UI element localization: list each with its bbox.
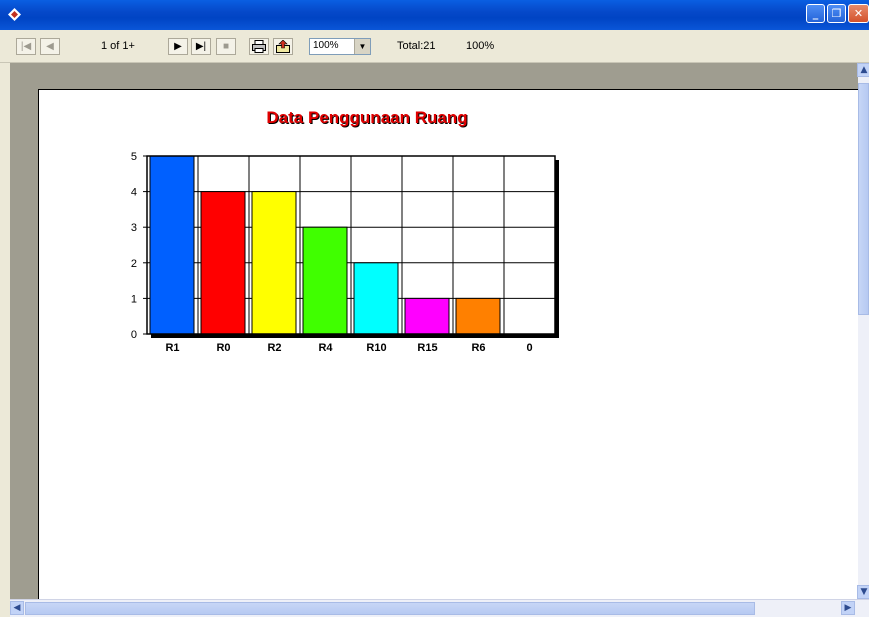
- bar-r6: [455, 297, 501, 335]
- y-tick-label: 1: [131, 293, 137, 305]
- zoom-select[interactable]: 100% ▼: [309, 38, 371, 55]
- horizontal-scroll-thumb[interactable]: [25, 602, 755, 615]
- stop-button[interactable]: ■: [216, 38, 236, 55]
- bar-chart: 0 1 2 3 4 5 R1 R0 R2 R4 R10 R15 R6 0: [131, 151, 559, 354]
- print-button[interactable]: [249, 38, 269, 55]
- scroll-left-button[interactable]: ◀: [10, 601, 24, 615]
- x-tick-label: R15: [417, 342, 437, 354]
- chevron-down-icon[interactable]: ▼: [354, 39, 370, 54]
- next-page-button[interactable]: ▶: [168, 38, 188, 55]
- export-button[interactable]: [273, 38, 293, 55]
- y-tick-label: 3: [131, 222, 137, 234]
- first-page-button[interactable]: |◀: [16, 38, 36, 55]
- y-tick-label: 0: [131, 329, 137, 341]
- scroll-down-button[interactable]: ▼: [857, 585, 869, 599]
- export-icon: [276, 39, 290, 53]
- toolbar: |◀ ◀ 1 of 1+ ▶ ▶| ■ 100% ▼ Total:21 100%: [0, 30, 869, 63]
- bar-r4: [302, 226, 348, 335]
- y-tick-label: 2: [131, 258, 137, 270]
- vertical-scroll-thumb[interactable]: [858, 83, 869, 315]
- title-bar: _ ❐ ✕: [0, 0, 869, 30]
- report-page: Data Penggunaan Ruang 0 1 2 3 4 5 R1 R0 R2 R4 R10 R…: [38, 89, 858, 599]
- x-tick-label: R4: [318, 342, 333, 354]
- bar-r2: [251, 191, 297, 335]
- y-tick-label: 5: [131, 151, 137, 163]
- scroll-up-button[interactable]: ▲: [857, 63, 869, 77]
- x-tick-label: R2: [267, 342, 281, 354]
- horizontal-scrollbar[interactable]: ◀ ▶: [10, 599, 869, 617]
- total-records-label: Total:21: [397, 40, 436, 52]
- bar-r0: [200, 191, 246, 335]
- minimize-button[interactable]: _: [806, 4, 825, 23]
- app-icon: [8, 8, 21, 21]
- bar-r10: [353, 262, 399, 335]
- x-tick-label: R0: [216, 342, 230, 354]
- report-viewport[interactable]: Data Penggunaan Ruang 0 1 2 3 4 5 R1 R0 R2 R4 R10 R…: [10, 63, 858, 599]
- vertical-scrollbar[interactable]: ▲ ▼: [857, 63, 869, 599]
- page-indicator: 1 of 1+: [101, 40, 135, 52]
- restore-button[interactable]: ❐: [827, 4, 846, 23]
- x-tick-label: R6: [471, 342, 485, 354]
- scroll-right-button[interactable]: ▶: [841, 601, 855, 615]
- x-tick-label: 0: [526, 342, 532, 354]
- bar-r15: [404, 297, 450, 335]
- printer-icon: [252, 40, 266, 53]
- bar-r1: [149, 155, 195, 335]
- prev-page-button[interactable]: ◀: [40, 38, 60, 55]
- last-page-button[interactable]: ▶|: [191, 38, 211, 55]
- x-tick-label: R10: [366, 342, 386, 354]
- close-button[interactable]: ✕: [848, 4, 869, 23]
- x-tick-label: R1: [165, 342, 179, 354]
- zoom-percent-label: 100%: [466, 40, 495, 52]
- zoom-select-value: 100%: [313, 40, 339, 51]
- y-tick-label: 4: [131, 187, 137, 199]
